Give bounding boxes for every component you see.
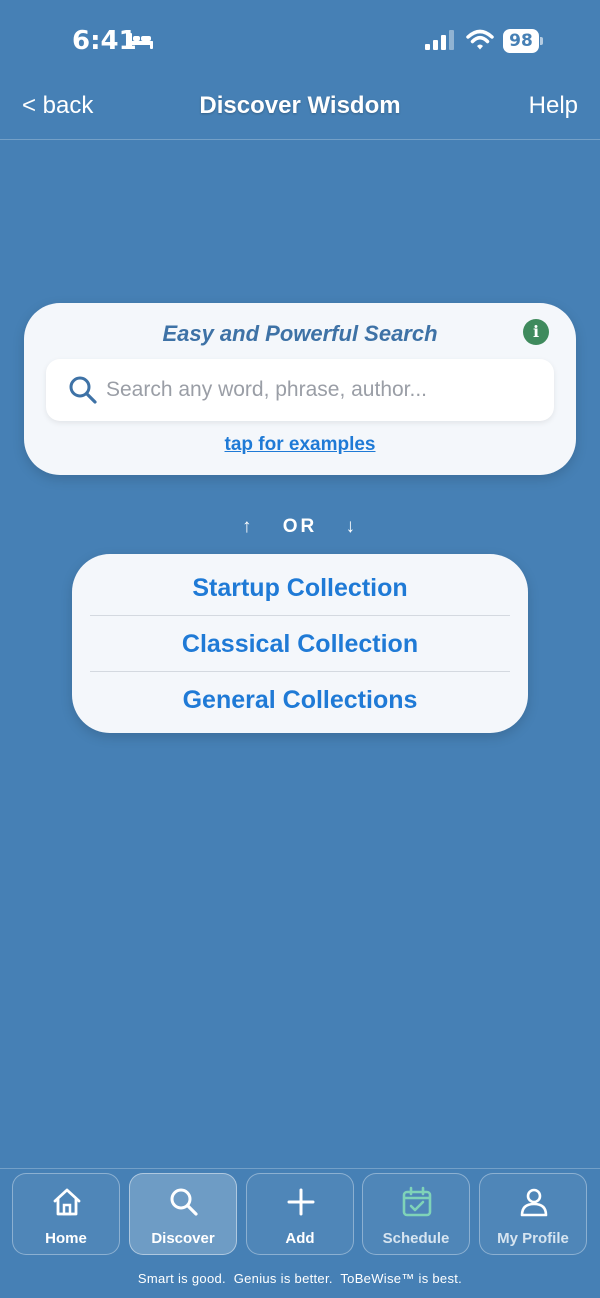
back-button[interactable]: < back [22,92,93,120]
search-input[interactable] [106,359,546,421]
tab-home[interactable]: Home [12,1173,120,1255]
tab-label-add: Add [285,1230,315,1247]
info-icon[interactable]: i [523,319,549,345]
tab-label-schedule: Schedule [382,1230,450,1247]
tab-add[interactable]: Add [246,1173,354,1255]
tab-my-profile[interactable]: My Profile [479,1173,587,1255]
plus-icon [287,1188,315,1216]
help-button[interactable]: Help [529,92,578,120]
navigation-bar: < back Discover Wisdom Help [0,80,600,140]
battery-indicator: 98 [503,29,543,53]
arrow-down-icon: ↓ [345,516,359,537]
home-icon [53,1188,81,1216]
search-icon [170,1188,198,1216]
tab-label-my-profile: My Profile [497,1230,569,1247]
or-divider: ↑ OR ↓ [0,516,600,538]
or-label: OR [282,516,318,537]
classical-collection-button[interactable]: Classical Collection [90,616,510,672]
wifi-icon [466,29,494,50]
tab-label-home: Home [45,1230,87,1247]
search-field[interactable] [46,359,554,421]
sleep-bed-icon [129,33,153,49]
general-collections-button[interactable]: General Collections [90,672,510,728]
search-heading: Easy and Powerful Search [162,321,438,346]
tab-discover[interactable]: Discover [129,1173,237,1255]
calendar-check-icon [402,1186,432,1217]
status-time: 6:41 [72,26,137,56]
person-icon [520,1188,548,1217]
examples-link[interactable]: tap for examples [24,434,576,456]
tab-label-discover: Discover [151,1230,215,1247]
tab-bar: Home Discover Add Schedule My Profile Sm… [0,1168,600,1298]
search-icon [69,376,97,404]
search-card: Easy and Powerful Search i tap for examp… [24,303,576,475]
tab-schedule[interactable]: Schedule [362,1173,470,1255]
footer-tagline: Smart is good. Genius is better. ToBeWis… [137,1271,463,1286]
status-bar: 6:41 98 [0,0,600,80]
arrow-up-icon: ↑ [241,516,255,537]
startup-collection-button[interactable]: Startup Collection [90,560,510,616]
battery-level: 98 [503,29,539,53]
cellular-signal-icon [425,30,454,50]
collections-card: Startup Collection Classical Collection … [72,554,528,733]
battery-tip [540,37,543,45]
